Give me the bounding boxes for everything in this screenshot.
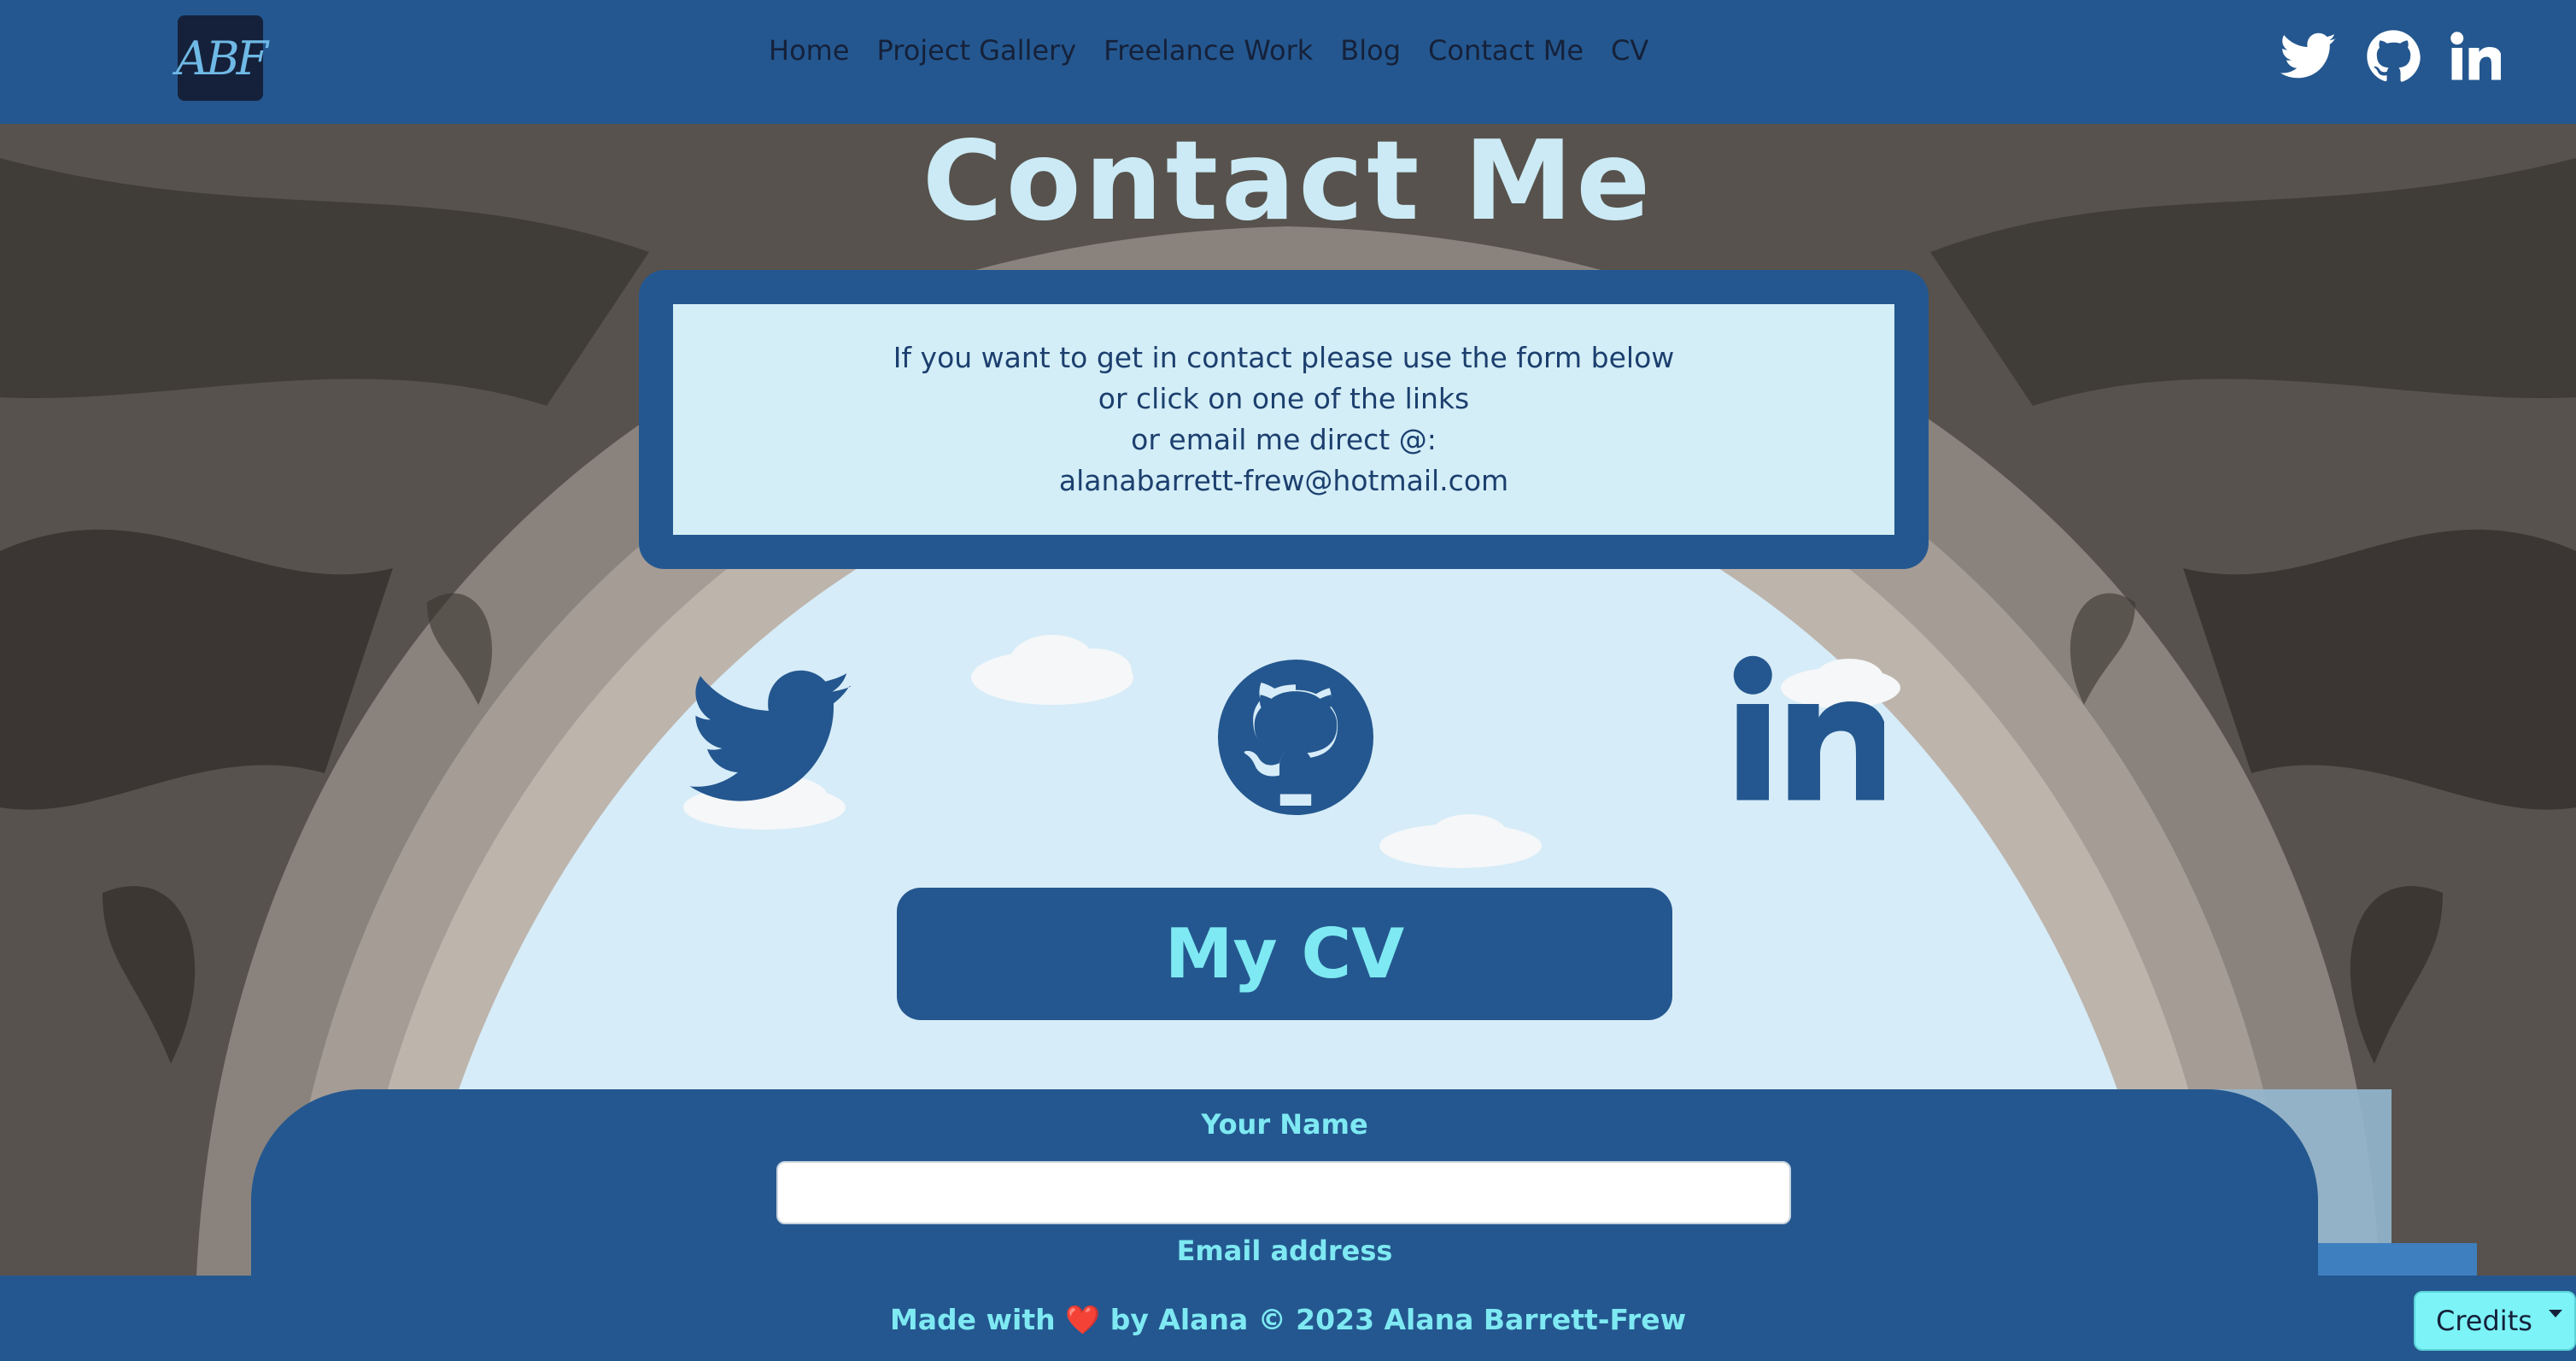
twitter-icon[interactable]	[688, 670, 856, 810]
nav-contact-me[interactable]: Contact Me	[1428, 34, 1584, 67]
info-line: or email me direct @:	[1131, 423, 1437, 456]
site-footer: Made with ❤️ by Alana © 2023 Alana Barre…	[0, 1276, 2576, 1361]
linkedin-icon[interactable]	[2450, 31, 2503, 85]
credits-label: Credits	[2436, 1305, 2532, 1337]
footer-credit-text: Made with ❤️ by Alana © 2023 Alana Barre…	[0, 1303, 2576, 1337]
site-header: ABF Home Project Gallery Freelance Work …	[0, 0, 2576, 124]
heart-icon: ❤️	[1065, 1303, 1101, 1336]
twitter-icon[interactable]	[2280, 32, 2337, 84]
nav-cv[interactable]: CV	[1611, 34, 1648, 67]
nav-home[interactable]: Home	[769, 34, 850, 67]
name-label: Your Name	[1201, 1108, 1368, 1141]
name-input[interactable]	[776, 1161, 1791, 1224]
github-icon[interactable]	[1215, 656, 1377, 822]
page-title: Contact Me	[922, 118, 1654, 245]
footer-text-after: by Alana © 2023 Alana Barrett-Frew	[1109, 1303, 1687, 1336]
nav-blog[interactable]: Blog	[1340, 34, 1401, 67]
header-social-links	[2280, 29, 2503, 87]
email-label: Email address	[1176, 1235, 1393, 1267]
contact-email: alanabarrett-frew@hotmail.com	[1058, 464, 1509, 497]
info-line: or click on one of the links	[1098, 382, 1470, 415]
credits-button[interactable]: Credits	[2414, 1291, 2576, 1351]
caret-down-icon	[2549, 1310, 2562, 1317]
main-nav: Home Project Gallery Freelance Work Blog…	[769, 34, 1648, 67]
logo[interactable]: ABF	[176, 15, 268, 101]
nav-freelance-work[interactable]: Freelance Work	[1104, 34, 1313, 67]
contact-info-inner: If you want to get in contact please use…	[673, 304, 1894, 535]
linkedin-icon[interactable]	[1730, 653, 1888, 810]
contact-info-box: If you want to get in contact please use…	[639, 270, 1929, 569]
github-icon[interactable]	[2366, 29, 2421, 87]
info-line: If you want to get in contact please use…	[893, 341, 1675, 374]
my-cv-button[interactable]: My CV	[897, 888, 1672, 1020]
nav-project-gallery[interactable]: Project Gallery	[877, 34, 1077, 67]
footer-text-before: Made with	[889, 1303, 1056, 1336]
